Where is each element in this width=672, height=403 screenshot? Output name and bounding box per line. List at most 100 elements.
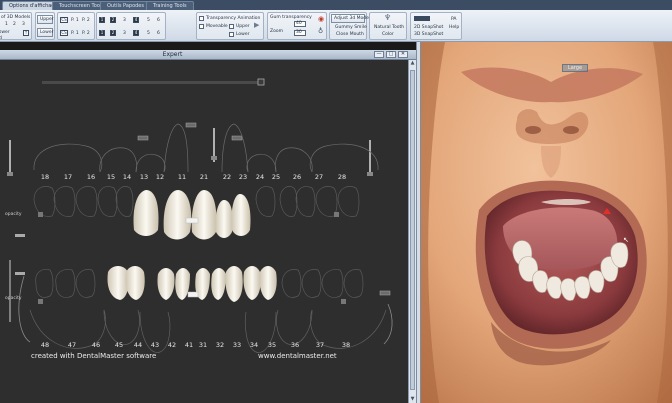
model-num-3[interactable]: 3 (22, 22, 25, 27)
lower-num-1[interactable]: 1 (99, 30, 105, 36)
zoom-input[interactable]: 30 (294, 30, 306, 36)
cs-upper-button[interactable]: CS (60, 17, 68, 23)
upper-num-4[interactable]: 4 (133, 17, 139, 23)
tooth-number[interactable]: 44 (131, 341, 145, 349)
transparency-group: Transparency Animation Moveable Upper Lo… (196, 12, 264, 40)
tooth-number[interactable]: 12 (153, 173, 167, 181)
tooth-number[interactable]: 46 (89, 341, 103, 349)
gum-transparency-input[interactable]: 40 (294, 21, 306, 27)
tooth-number[interactable]: 35 (265, 341, 279, 349)
upper-num-5[interactable]: 5 (147, 18, 150, 23)
upper-num-6[interactable]: 6 (157, 18, 160, 23)
snapshot-2d-button[interactable]: 2D SnapShot (414, 25, 443, 30)
color-label[interactable]: Color (382, 32, 394, 37)
model-num-2[interactable]: 2 (13, 22, 16, 27)
tooth-number[interactable]: 17 (61, 173, 75, 181)
app-window: Options d'affichage Touchscreen Tools Ou… (0, 0, 672, 403)
light-bulb-icon[interactable]: ♁ (318, 28, 323, 35)
expert-vertical-scrollbar[interactable]: ▲ ▼ (408, 60, 416, 403)
tooth-number[interactable]: 18 (38, 173, 52, 181)
p2-lower[interactable]: P. 2 (82, 31, 90, 36)
upper-num-1[interactable]: 1 (99, 17, 105, 23)
tooth-number[interactable]: 16 (84, 173, 98, 181)
snapshot-3d-button[interactable]: 3D SnapShot (414, 32, 443, 37)
upper-button[interactable]: Upper (37, 15, 54, 24)
p2-upper[interactable]: P. 2 (82, 18, 90, 23)
tooth-number[interactable]: 47 (65, 341, 79, 349)
scroll-thumb[interactable] (410, 70, 415, 390)
tooth-number[interactable]: 34 (247, 341, 261, 349)
tab-papodes-tools[interactable]: Outils Papodes (100, 1, 151, 10)
footer-credit: created with DentalMaster software (31, 352, 157, 360)
dental-chart-canvas[interactable]: 18 17 16 15 14 13 12 11 21 22 23 24 25 2… (0, 60, 408, 403)
pa-button[interactable]: PA (451, 17, 457, 22)
minimize-button[interactable]: — (374, 51, 384, 58)
tab-training-tools[interactable]: Training Tools (146, 1, 194, 10)
lower-num-5[interactable]: 5 (147, 31, 150, 36)
tooth-number[interactable]: 43 (148, 341, 162, 349)
upper-opacity-handle (15, 234, 25, 237)
footer-website: www.dentalmaster.net (258, 352, 337, 360)
transparency-animation-checkbox[interactable] (199, 16, 204, 21)
tooth-number[interactable]: 38 (339, 341, 353, 349)
tooth-number[interactable]: 24 (253, 173, 267, 181)
upper-num-2[interactable]: 2 (110, 17, 116, 23)
tooth-number[interactable]: 48 (38, 341, 52, 349)
reset-color-icon[interactable]: ◉ (318, 16, 324, 23)
gummy-smile-button[interactable]: Gummy Smile (335, 25, 367, 30)
tooth-number[interactable]: 25 (269, 173, 283, 181)
scroll-up-arrow-icon[interactable]: ▲ (409, 60, 416, 67)
left-slider-handle (7, 172, 13, 176)
tooth-number[interactable]: 32 (213, 341, 227, 349)
upper-right-node (334, 212, 339, 217)
tooth-number[interactable]: 22 (220, 173, 234, 181)
tooth-number[interactable]: 28 (335, 173, 349, 181)
close-button[interactable]: ✕ (398, 51, 408, 58)
tooth-number[interactable]: 27 (312, 173, 326, 181)
adjust-3d-model-button[interactable]: Adjust 3d Model (331, 14, 370, 23)
scroll-down-arrow-icon[interactable]: ▼ (409, 396, 416, 403)
tooth-number[interactable]: 21 (197, 173, 211, 181)
lower-option-checkbox[interactable] (229, 32, 234, 37)
tooth-number[interactable]: 26 (290, 173, 304, 181)
lower-num-3[interactable]: 3 (123, 31, 126, 36)
moveable-checkbox[interactable] (199, 24, 204, 29)
upper-left-node (38, 212, 43, 217)
lower-num-4[interactable]: 4 (133, 30, 139, 36)
position-group: CS P. 1 P. 2 CS P. 1 P. 2 (57, 12, 95, 40)
tooth-number[interactable]: 36 (288, 341, 302, 349)
tooth-number[interactable]: 37 (313, 341, 327, 349)
p1-upper[interactable]: P. 1 (71, 18, 79, 23)
close-mouth-button[interactable]: Close Mouth (336, 32, 364, 37)
patient-photo-view[interactable]: Large ↖ (421, 42, 672, 403)
tooth-number[interactable]: 45 (112, 341, 126, 349)
play-icon[interactable]: ▶ (254, 22, 259, 29)
tooth-number[interactable]: 14 (120, 173, 134, 181)
lower-button[interactable]: Lower (37, 28, 53, 37)
photo-size-label[interactable]: Large (562, 64, 588, 72)
model-num-1[interactable]: 1 (5, 22, 8, 27)
top-slider-handle (257, 78, 265, 86)
snapshot-thumbnail (414, 16, 430, 21)
tag-marker (185, 122, 197, 128)
tooth-number[interactable]: 23 (236, 173, 250, 181)
tooth-number[interactable]: 41 (182, 341, 196, 349)
upper-num-3[interactable]: 3 (123, 18, 126, 23)
upper-option-checkbox[interactable] (229, 24, 234, 29)
tooth-number[interactable]: 33 (230, 341, 244, 349)
lower-num-6[interactable]: 6 (157, 31, 160, 36)
maximize-button[interactable]: □ (386, 51, 396, 58)
natural-tooth-label[interactable]: Natural Tooth (374, 25, 404, 30)
mouse-pointer-icon: ↖ (623, 236, 629, 244)
tooth-number[interactable]: 11 (175, 173, 189, 181)
help-button[interactable]: Help (449, 25, 459, 30)
lower-left-node (38, 299, 43, 304)
tooth-number[interactable]: 13 (137, 173, 151, 181)
tooth-number[interactable]: 42 (165, 341, 179, 349)
lower-num-2[interactable]: 2 (110, 30, 116, 36)
answer-toggle[interactable]: ↑ (23, 30, 29, 36)
cs-lower-button[interactable]: CS (60, 30, 68, 36)
p1-lower[interactable]: P. 1 (71, 31, 79, 36)
tooth-number[interactable]: 31 (196, 341, 210, 349)
tooth-number[interactable]: 15 (104, 173, 118, 181)
